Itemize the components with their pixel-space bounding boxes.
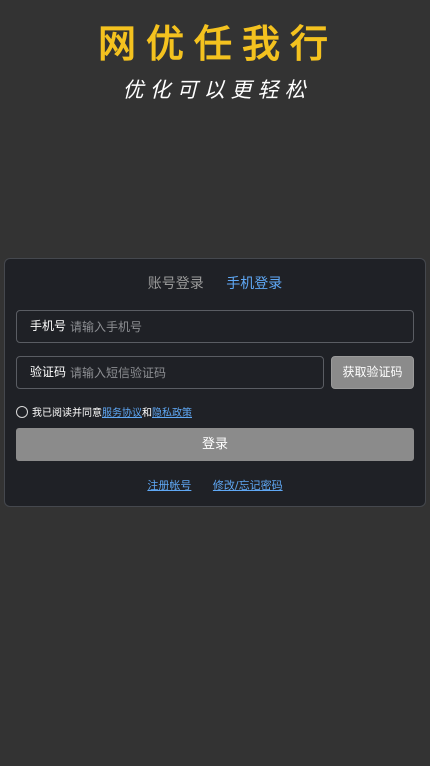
agreement-conjunction: 和 (142, 408, 152, 419)
service-agreement-link[interactable]: 服务协议 (102, 408, 142, 419)
tab-account-login[interactable]: 账号登录 (148, 273, 204, 295)
tab-phone-login[interactable]: 手机登录 (226, 273, 282, 295)
reset-password-link[interactable]: 修改/忘记密码 (213, 477, 283, 495)
get-code-button[interactable]: 获取验证码 (331, 356, 414, 389)
footer-links: 注册帐号 修改/忘记密码 (5, 477, 425, 495)
agreement-prefix: 我已阅读并同意 (32, 408, 102, 419)
phone-field: 手机号 (16, 310, 414, 343)
login-card: 账号登录 手机登录 手机号 验证码 获取验证码 我已阅读并同意服务协议和隐私政策… (4, 258, 426, 507)
phone-field-label: 手机号 (30, 319, 67, 333)
privacy-policy-link[interactable]: 隐私政策 (152, 408, 192, 419)
brand-title: 网优任我行 (97, 22, 338, 66)
phone-input[interactable] (70, 311, 400, 342)
login-button[interactable]: 登录 (16, 428, 414, 461)
register-link[interactable]: 注册帐号 (147, 477, 191, 495)
code-field-label: 验证码 (30, 365, 67, 379)
agreement-radio[interactable] (16, 406, 28, 418)
brand-slogan: 优化可以更轻松 (122, 78, 312, 102)
sms-code-input[interactable] (70, 357, 310, 388)
code-field: 验证码 (16, 356, 324, 389)
login-tabs: 账号登录 手机登录 (5, 273, 425, 295)
agreement-row: 我已阅读并同意服务协议和隐私政策 (16, 406, 192, 422)
